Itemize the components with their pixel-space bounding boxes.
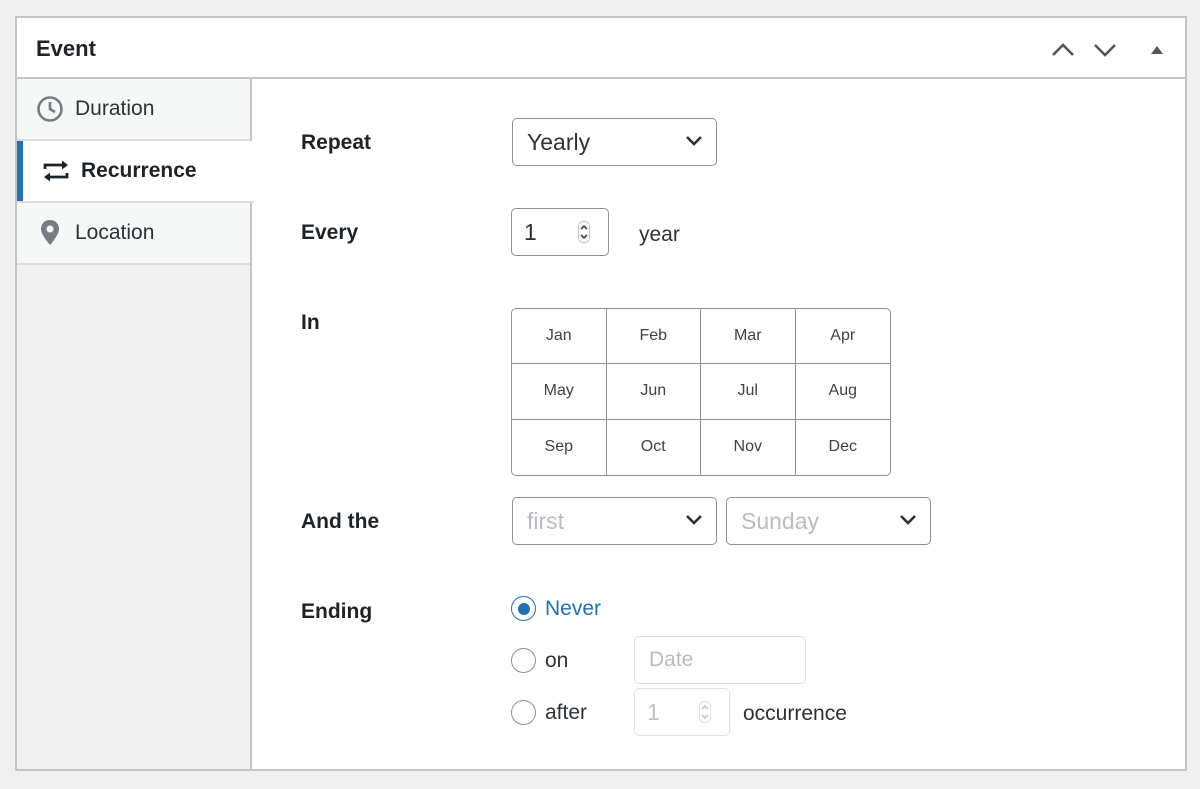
month-feb[interactable]: Feb [606,309,701,365]
month-jul[interactable]: Jul [701,364,796,420]
weekday-select[interactable]: Sunday [726,497,931,545]
panel-header: Event [17,18,1185,79]
month-nov[interactable]: Nov [701,419,796,475]
month-grid: Jan Feb Mar Apr May Jun Jul Aug Sep Oct … [511,308,891,476]
chevron-up-icon[interactable] [1047,34,1079,66]
ordinal-placeholder: first [527,507,565,534]
month-mar[interactable]: Mar [701,309,796,365]
spinner-icon[interactable] [699,701,711,723]
radio-never-label: Never [545,596,602,620]
in-label: In [301,311,320,334]
end-date-input[interactable]: Date [634,636,806,684]
month-sep[interactable]: Sep [512,419,607,475]
repeat-icon [41,156,71,186]
month-may[interactable]: May [512,364,607,420]
and-the-label: And the [301,510,380,533]
radio-on-label: on [545,648,569,672]
every-unit: year [639,223,680,246]
weekday-placeholder: Sunday [741,507,820,534]
tab-sidebar: Duration Recurrence Location [17,79,254,769]
chevron-down-icon [686,515,702,525]
radio-on[interactable] [511,648,536,673]
radio-after-label: after [545,700,588,724]
every-number-input[interactable]: 1 [511,208,609,256]
date-placeholder: Date [649,648,694,671]
event-panel: Event Duration Recurrence Location Repea… [15,16,1187,771]
repeat-select[interactable]: Yearly [512,118,717,166]
tab-duration[interactable]: Duration [17,79,250,141]
every-value: 1 [524,218,537,245]
month-jan[interactable]: Jan [512,309,607,365]
occurrence-number-input[interactable]: 1 [634,688,730,736]
radio-after[interactable] [511,700,536,725]
tab-recurrence[interactable]: Recurrence [17,141,254,203]
ending-option-never[interactable]: Never [511,596,601,621]
radio-never[interactable] [511,596,536,621]
ending-label: Ending [301,600,373,623]
tab-label: Recurrence [81,159,197,182]
spinner-icon[interactable] [578,221,590,243]
month-aug[interactable]: Aug [795,364,890,420]
ordinal-select[interactable]: first [512,497,717,545]
month-jun[interactable]: Jun [606,364,701,420]
repeat-label: Repeat [301,131,372,154]
chevron-down-icon [686,136,702,146]
every-label: Every [301,221,359,244]
ending-option-on[interactable]: on [511,648,568,673]
recurrence-content: Repeat Yearly Every 1 year In Jan Feb Ma… [254,79,1185,769]
repeat-value: Yearly [527,128,591,155]
ending-option-after[interactable]: after [511,700,587,725]
month-apr[interactable]: Apr [795,309,890,365]
chevron-down-icon[interactable] [1089,34,1121,66]
tab-label: Location [75,221,155,244]
occurrence-unit: occurrence [743,702,847,725]
triangle-up-icon[interactable] [1141,34,1173,66]
occurrence-value: 1 [647,698,660,725]
panel-title: Event [36,36,96,61]
chevron-down-icon [900,515,916,525]
tab-location[interactable]: Location [17,203,250,265]
clock-icon [35,94,65,124]
map-pin-icon [35,218,65,248]
month-dec[interactable]: Dec [796,420,891,475]
month-oct[interactable]: Oct [607,419,701,475]
tab-label: Duration [75,97,155,120]
